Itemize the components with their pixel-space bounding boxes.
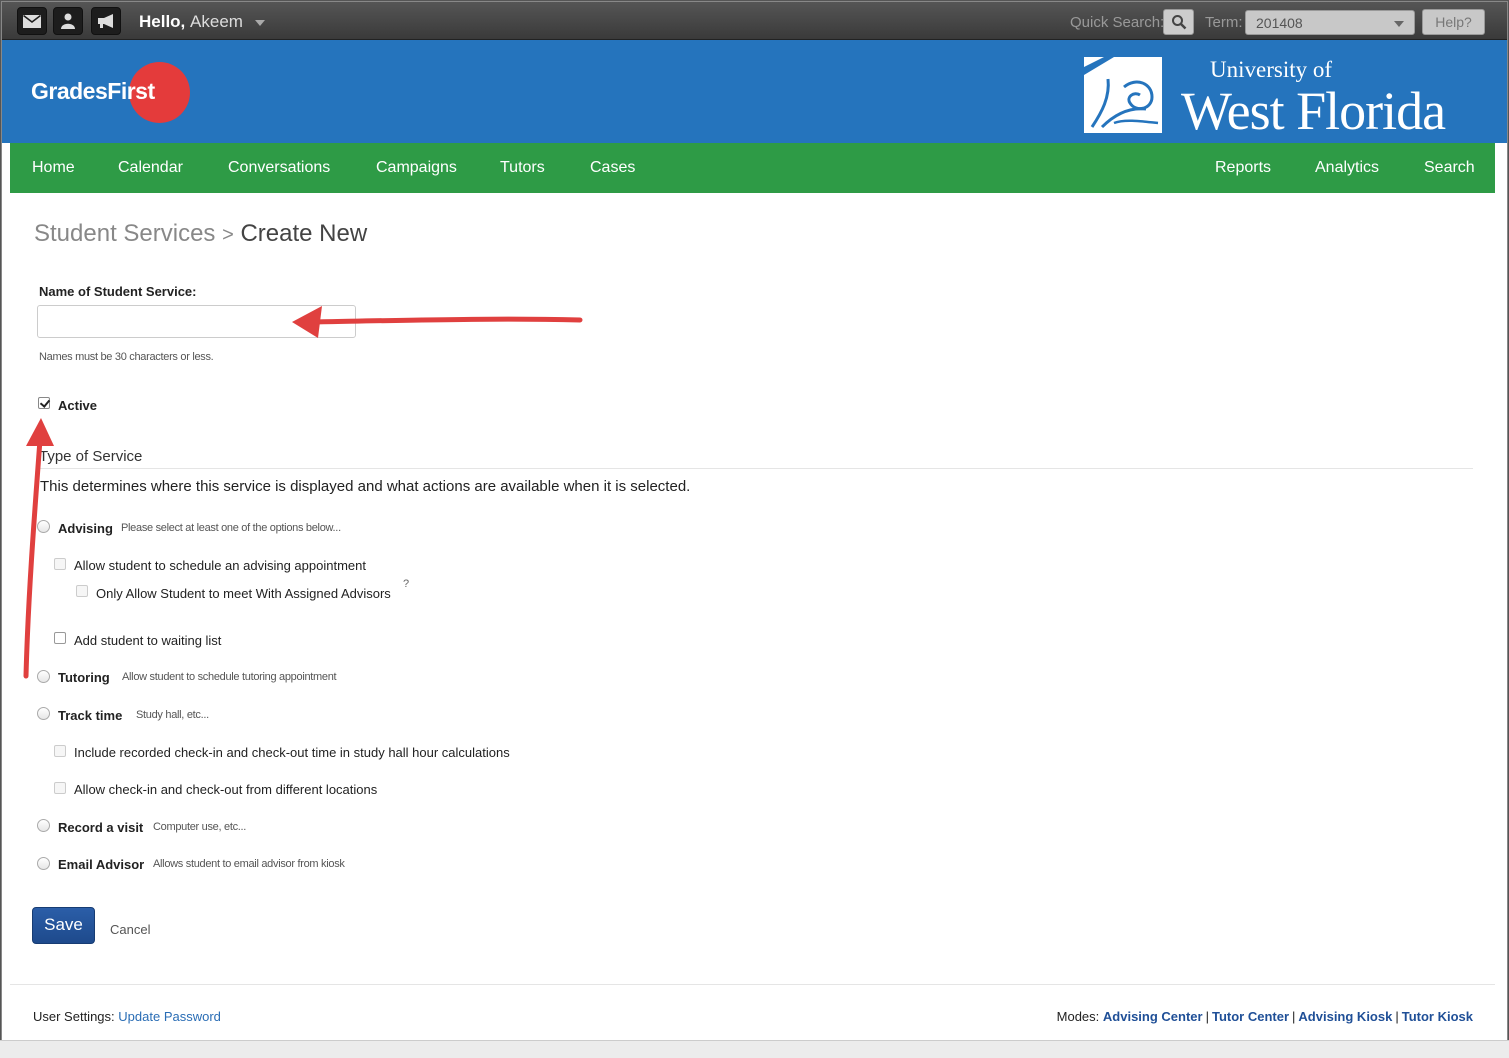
advising-radio[interactable] — [37, 520, 50, 533]
search-icon[interactable] — [1163, 9, 1194, 35]
nav-conversations[interactable]: Conversations — [228, 159, 330, 177]
nav-reports[interactable]: Reports — [1215, 159, 1271, 177]
term-select[interactable]: 201408 — [1245, 10, 1415, 35]
university-line2: West Florida — [1181, 81, 1446, 141]
track-time-label: Track time — [58, 708, 123, 723]
record-visit-label: Record a visit — [58, 820, 144, 835]
greeting: Hello, Akeem — [139, 12, 243, 31]
active-label: Active — [58, 398, 98, 413]
breadcrumb: Student Services > Create New — [34, 220, 367, 248]
assigned-advisors-checkbox[interactable] — [76, 585, 88, 597]
diff-locations-checkbox[interactable] — [54, 782, 66, 794]
diff-locations-label: Allow check-in and check-out from differ… — [74, 782, 378, 797]
gradesfirst-logo[interactable]: GradesFirst — [31, 78, 155, 105]
user-name[interactable]: Akeem — [190, 12, 243, 31]
email-advisor-radio[interactable] — [37, 857, 50, 870]
track-time-radio[interactable] — [37, 707, 50, 720]
record-visit-hint: Computer use, etc... — [153, 821, 247, 833]
email-advisor-label: Email Advisor — [58, 857, 145, 872]
uwf-shell-logo-icon — [1084, 57, 1162, 133]
tutoring-label: Tutoring — [58, 670, 110, 685]
update-password-link[interactable]: Update Password — [118, 1009, 221, 1024]
top-bar: Hello, Akeem Quick Search: Term: 201408 … — [2, 2, 1507, 40]
breadcrumb-separator: > — [222, 224, 234, 246]
tutoring-hint: Allow student to schedule tutoring appoi… — [122, 671, 337, 683]
modes: Modes: Advising Center | Tutor Center | Advi… — [1056, 1009, 1473, 1024]
help-icon[interactable]: ? — [403, 578, 409, 590]
advising-label: Advising — [58, 521, 113, 536]
quick-search-label: Quick Search: — [1070, 14, 1165, 31]
service-name-input[interactable] — [37, 305, 356, 338]
advising-schedule-label: Allow student to schedule an advising ap… — [74, 558, 366, 573]
nav-search[interactable]: Search — [1424, 159, 1475, 177]
tutoring-radio[interactable] — [37, 670, 50, 683]
bottom-band — [0, 1040, 1509, 1058]
section-divider — [39, 468, 1473, 469]
breadcrumb-parent[interactable]: Student Services — [34, 220, 215, 247]
nav-analytics[interactable]: Analytics — [1315, 159, 1379, 177]
nav-cases[interactable]: Cases — [590, 159, 635, 177]
save-button[interactable]: Save — [32, 907, 95, 944]
user-settings: User Settings: Update Password — [33, 1009, 221, 1024]
section-title: Type of Service — [39, 448, 143, 465]
mode-advising-kiosk[interactable]: Advising Kiosk — [1298, 1009, 1392, 1024]
mode-advising-center[interactable]: Advising Center — [1103, 1009, 1203, 1024]
main-nav: Home Calendar Conversations Campaigns Tu… — [10, 143, 1495, 193]
name-label: Name of Student Service: — [39, 284, 197, 299]
study-hall-calc-label: Include recorded check-in and check-out … — [74, 745, 510, 760]
term-label: Term: — [1205, 14, 1243, 31]
section-description: This determines where this service is di… — [40, 478, 691, 495]
mail-icon[interactable] — [17, 7, 47, 35]
advising-hint: Please select at least one of the option… — [121, 522, 341, 534]
nav-campaigns[interactable]: Campaigns — [376, 159, 457, 177]
chevron-down-icon — [1394, 21, 1404, 27]
study-hall-calc-checkbox[interactable] — [54, 745, 66, 757]
waiting-list-checkbox[interactable] — [54, 632, 66, 644]
active-checkbox[interactable] — [38, 397, 50, 409]
mode-tutor-center[interactable]: Tutor Center — [1212, 1009, 1289, 1024]
waiting-list-label: Add student to waiting list — [74, 633, 222, 648]
assigned-advisors-label: Only Allow Student to meet With Assigned… — [96, 586, 391, 601]
cancel-link[interactable]: Cancel — [110, 922, 150, 937]
nav-tutors[interactable]: Tutors — [500, 159, 545, 177]
record-visit-radio[interactable] — [37, 819, 50, 832]
mode-tutor-kiosk[interactable]: Tutor Kiosk — [1402, 1009, 1473, 1024]
chevron-down-icon[interactable] — [255, 20, 265, 26]
footer-divider — [10, 984, 1495, 985]
email-advisor-hint: Allows student to email advisor from kio… — [153, 858, 345, 870]
name-hint: Names must be 30 characters or less. — [39, 351, 214, 363]
megaphone-icon[interactable] — [91, 7, 121, 35]
page-title: Create New — [240, 220, 368, 247]
people-icon[interactable] — [53, 7, 83, 35]
nav-calendar[interactable]: Calendar — [118, 159, 183, 177]
advising-schedule-checkbox[interactable] — [54, 558, 66, 570]
track-time-hint: Study hall, etc... — [136, 709, 209, 721]
nav-home[interactable]: Home — [32, 159, 75, 177]
help-button[interactable]: Help? — [1422, 9, 1485, 35]
